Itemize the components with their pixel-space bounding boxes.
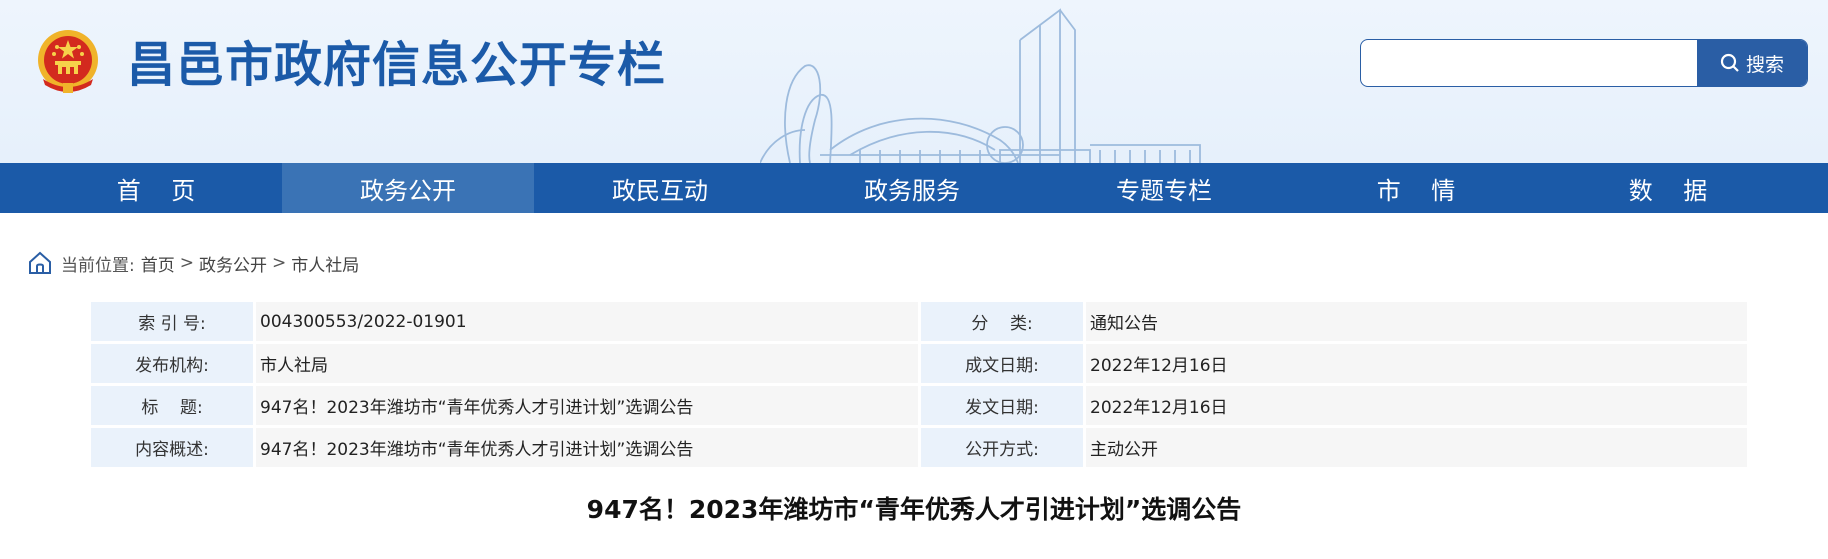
breadcrumb-prefix: 当前位置:	[61, 255, 135, 276]
meta-value-category: 通知公告	[1086, 302, 1747, 341]
home-icon	[29, 251, 51, 274]
table-row: 索 引 号: 004300553/2022-01901 分 类: 通知公告	[91, 302, 1747, 341]
nav-item-special-topics[interactable]: 专题专栏	[1038, 163, 1290, 213]
meta-value-written-date: 2022年12月16日	[1086, 344, 1747, 383]
table-row: 内容概述: 947名！2023年潍坊市“青年优秀人才引进计划”选调公告 公开方式…	[91, 428, 1747, 467]
meta-label-title: 标 题:	[91, 386, 253, 425]
breadcrumb-government-affairs-link[interactable]: 政务公开	[199, 251, 267, 276]
meta-label-publisher: 发布机构:	[91, 344, 253, 383]
meta-value-disclosure-method: 主动公开	[1086, 428, 1747, 467]
meta-value-publisher: 市人社局	[256, 344, 918, 383]
breadcrumb: 当前位置: 首页 > 政务公开 > 市人社局	[27, 248, 359, 278]
table-row: 发布机构: 市人社局 成文日期: 2022年12月16日	[91, 344, 1747, 383]
search-icon	[1720, 53, 1739, 72]
meta-label-written-date: 成文日期:	[921, 344, 1083, 383]
national-emblem-icon	[38, 30, 98, 93]
header: 昌邑市政府信息公开专栏 搜索	[0, 0, 1828, 163]
meta-value-issue-date: 2022年12月16日	[1086, 386, 1747, 425]
breadcrumb-separator: >	[271, 253, 287, 273]
table-row: 标 题: 947名！2023年潍坊市“青年优秀人才引进计划”选调公告 发文日期:…	[91, 386, 1747, 425]
article-title: 947名！2023年潍坊市“青年优秀人才引进计划”选调公告	[586, 495, 1242, 524]
meta-value-index-number: 004300553/2022-01901	[256, 302, 918, 341]
meta-label-summary: 内容概述:	[91, 428, 253, 467]
nav-item-government-services[interactable]: 政务服务	[786, 163, 1038, 213]
nav-item-data[interactable]: 数 据	[1542, 163, 1794, 213]
main-navbar: 首 页 政务公开 政民互动 政务服务 专题专栏 市 情 数 据	[0, 163, 1828, 213]
meta-label-issue-date: 发文日期:	[921, 386, 1083, 425]
document-metadata-table: 索 引 号: 004300553/2022-01901 分 类: 通知公告 发布…	[88, 299, 1750, 470]
nav-item-public-interaction[interactable]: 政民互动	[534, 163, 786, 213]
breadcrumb-separator: >	[179, 253, 194, 273]
nav-item-government-affairs[interactable]: 政务公开	[282, 163, 534, 213]
meta-value-summary: 947名！2023年潍坊市“青年优秀人才引进计划”选调公告	[256, 428, 918, 467]
nav-item-city-info[interactable]: 市 情	[1290, 163, 1542, 213]
search-button-label: 搜索	[1745, 53, 1784, 76]
meta-label-index-number: 索 引 号:	[91, 302, 253, 341]
site-title: 昌邑市政府信息公开专栏	[127, 37, 667, 93]
meta-label-category: 分 类:	[921, 302, 1083, 341]
breadcrumb-home-link[interactable]: 首页	[141, 251, 175, 276]
meta-label-disclosure-method: 公开方式:	[921, 428, 1083, 467]
search-box: 搜索	[1360, 39, 1808, 87]
meta-value-title: 947名！2023年潍坊市“青年优秀人才引进计划”选调公告	[256, 386, 918, 425]
breadcrumb-bureau-link[interactable]: 市人社局	[291, 251, 359, 276]
search-button[interactable]: 搜索	[1697, 40, 1807, 86]
city-skyline-decoration	[760, 8, 1201, 163]
search-input[interactable]	[1361, 40, 1697, 86]
nav-item-home[interactable]: 首 页	[30, 163, 282, 213]
